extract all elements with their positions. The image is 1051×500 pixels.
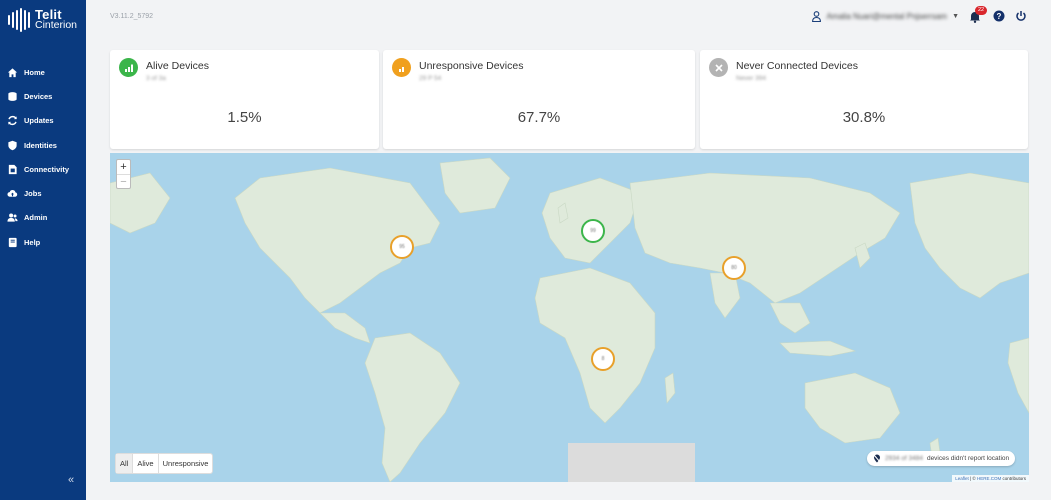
alive-devices-card[interactable]: Alive Devices 3 of 3a 1.5%: [110, 50, 379, 149]
sidebar-item-admin[interactable]: Admin: [0, 206, 86, 230]
chevron-down-icon: ▼: [952, 12, 959, 20]
sidebar-item-updates[interactable]: Updates: [0, 109, 86, 133]
location-off-icon: [873, 454, 881, 463]
logo-line2: Cinterion: [35, 19, 78, 31]
sim-icon: [8, 164, 17, 174]
sidebar-item-connectivity[interactable]: Connectivity: [0, 157, 86, 181]
user-menu[interactable]: Amalia Nuari@mental Pnjserrsam ▼: [812, 10, 959, 22]
filter-alive-button[interactable]: Alive: [133, 454, 159, 473]
home-icon: [7, 68, 18, 77]
user-icon: [812, 10, 822, 22]
logo-mark-icon: [8, 8, 30, 32]
sidebar-item-jobs[interactable]: Jobs: [0, 181, 86, 205]
book-icon: [8, 237, 17, 247]
map-cluster-marker[interactable]: 80: [722, 256, 746, 280]
cloud-upload-icon: [7, 190, 18, 197]
filter-unresponsive-button[interactable]: Unresponsive: [159, 454, 213, 473]
map-attribution: Leaflet | © HERE.COM contributors: [952, 475, 1029, 482]
shield-icon: [8, 140, 17, 150]
devices-icon: [8, 92, 17, 101]
no-location-notice: 2934 of 3484 devices didn't report locat…: [867, 451, 1016, 466]
filter-all-button[interactable]: All: [116, 454, 134, 473]
never-connected-devices-card[interactable]: Never Connected Devices Never 394 30.8%: [700, 50, 1028, 149]
sidebar-item-label: Connectivity: [24, 164, 70, 174]
version-label: V3.11.2_5792: [110, 13, 154, 20]
sidebar-item-label: Identities: [24, 140, 57, 150]
header-actions: Amalia Nuari@mental Pnjserrsam ▼ 22 ?: [812, 6, 1027, 23]
user-name: Amalia Nuari@mental Pnjserrsam: [826, 11, 948, 21]
here-link[interactable]: HERE.COM: [977, 476, 1001, 481]
card-subtitle: 3 of 3a: [146, 75, 166, 82]
sidebar-item-label: Devices: [24, 91, 53, 101]
zoom-in-button[interactable]: +: [117, 160, 130, 174]
map-tile-placeholder: [568, 443, 695, 482]
sidebar: Telit Cinterion Home Devices Updates Ide…: [0, 0, 86, 500]
sidebar-item-devices[interactable]: Devices: [0, 84, 86, 108]
sidebar-item-label: Jobs: [24, 189, 42, 199]
sidebar-item-identities[interactable]: Identities: [0, 133, 86, 157]
sidebar-item-home[interactable]: Home: [0, 60, 86, 84]
collapse-sidebar-button[interactable]: «: [68, 474, 74, 486]
world-map: [110, 153, 1029, 482]
sidebar-item-label: Help: [24, 237, 41, 247]
device-map[interactable]: + − 95 99 80 8 All Alive Unresponsive 29…: [110, 153, 1029, 482]
unresponsive-devices-card[interactable]: Unresponsive Devices 29 P 54 67.7%: [383, 50, 695, 149]
sidebar-item-help[interactable]: Help: [0, 230, 86, 254]
status-filter-group: All Alive Unresponsive: [116, 454, 213, 473]
sidebar-item-label: Updates: [24, 116, 54, 126]
svg-text:?: ?: [997, 12, 1002, 21]
no-location-count: 2934 of 3484: [885, 455, 923, 462]
map-cluster-marker[interactable]: 99: [581, 219, 605, 243]
card-title: Unresponsive Devices: [419, 60, 524, 72]
no-signal-icon: [709, 58, 728, 77]
notifications-badge: 22: [975, 6, 988, 15]
refresh-icon: [8, 116, 17, 126]
map-cluster-marker[interactable]: 8: [591, 347, 615, 371]
card-subtitle: Never 394: [736, 75, 766, 82]
sidebar-item-label: Home: [24, 67, 45, 77]
card-percentage: 1.5%: [227, 109, 262, 126]
help-icon[interactable]: ?: [993, 10, 1005, 22]
no-location-text: devices didn't report location: [926, 455, 1010, 462]
telit-logo[interactable]: Telit Cinterion: [8, 8, 77, 32]
card-subtitle: 29 P 54: [419, 75, 442, 82]
weak-signal-icon: [392, 58, 411, 77]
notifications-button[interactable]: 22: [969, 6, 988, 23]
power-icon[interactable]: [1015, 10, 1027, 22]
zoom-control: + −: [116, 159, 131, 189]
map-cluster-marker[interactable]: 95: [390, 235, 414, 259]
card-percentage: 67.7%: [517, 109, 561, 126]
card-title: Never Connected Devices: [736, 60, 858, 72]
sidebar-nav: Home Devices Updates Identities Connecti…: [0, 60, 86, 254]
card-title: Alive Devices: [146, 60, 210, 72]
users-icon: [7, 213, 18, 223]
card-percentage: 30.8%: [842, 109, 886, 126]
leaflet-link[interactable]: Leaflet: [955, 476, 969, 481]
zoom-out-button[interactable]: −: [117, 174, 130, 188]
signal-icon: [119, 58, 138, 77]
sidebar-item-label: Admin: [24, 213, 48, 223]
